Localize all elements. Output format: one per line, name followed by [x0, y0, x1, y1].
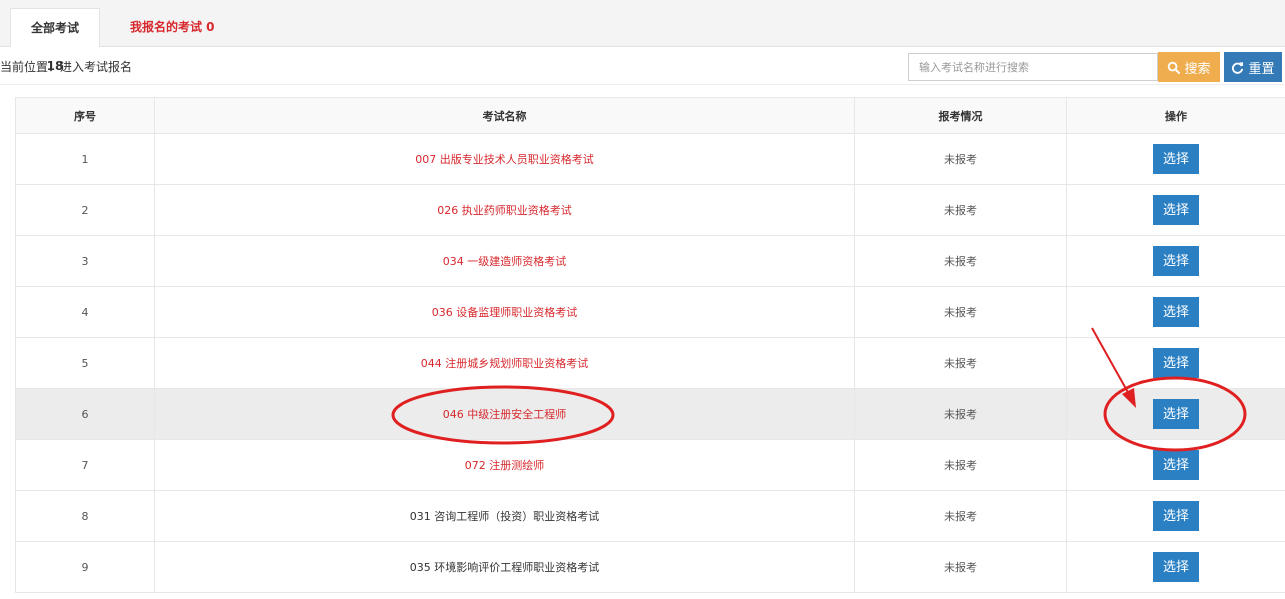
row-status: 未报考: [854, 286, 1067, 338]
table-row: 6 046 中级注册安全工程师 未报考 选择: [15, 388, 1285, 440]
row-no: 8: [15, 490, 155, 542]
row-exam-name: 072 注册测绘师: [154, 439, 855, 491]
row-status: 未报考: [854, 133, 1067, 185]
exam-table: 序号 考试名称 报考情况 操作 1 007 出版专业技术人员职业资格考试 未报考…: [15, 97, 1285, 593]
exam-name-link[interactable]: 044 注册城乡规划师职业资格考试: [421, 357, 589, 370]
select-button[interactable]: 选择: [1153, 501, 1199, 531]
row-no: 2: [15, 184, 155, 236]
row-exam-name: 007 出版专业技术人员职业资格考试: [154, 133, 855, 185]
header-exam-name: 考试名称: [154, 97, 855, 134]
row-action: 选择: [1066, 133, 1285, 185]
select-button[interactable]: 选择: [1153, 399, 1199, 429]
exam-name-link[interactable]: 026 执业药师职业资格考试: [437, 204, 572, 217]
search-input[interactable]: [908, 53, 1158, 81]
table-row: 3 034 一级建造师资格考试 未报考 选择: [15, 235, 1285, 287]
select-button[interactable]: 选择: [1153, 195, 1199, 225]
row-no: 7: [15, 439, 155, 491]
row-action: 选择: [1066, 235, 1285, 287]
tab-all-exams[interactable]: 全部考试 18: [10, 8, 100, 73]
header-action: 操作: [1066, 97, 1285, 134]
exam-name-link[interactable]: 034 一级建造师资格考试: [443, 255, 567, 268]
row-exam-name: 031 咨询工程师（投资）职业资格考试: [154, 490, 855, 542]
row-status: 未报考: [854, 235, 1067, 287]
reset-button-label: 重置: [1248, 61, 1275, 77]
row-status: 未报考: [854, 490, 1067, 542]
row-no: 4: [15, 286, 155, 338]
row-status: 未报考: [854, 184, 1067, 236]
row-status: 未报考: [854, 541, 1067, 593]
exam-name-link[interactable]: 072 注册测绘师: [465, 459, 545, 472]
refresh-icon: [1232, 61, 1244, 74]
search-button-label: 搜索: [1184, 61, 1211, 77]
row-no: 9: [15, 541, 155, 593]
row-no: 3: [15, 235, 155, 287]
row-action: 选择: [1066, 541, 1285, 593]
row-exam-name: 026 执业药师职业资格考试: [154, 184, 855, 236]
table-row: 7 072 注册测绘师 未报考 选择: [15, 439, 1285, 491]
row-action: 选择: [1066, 439, 1285, 491]
toolbar-divider: [0, 84, 1285, 85]
table-header-row: 序号 考试名称 报考情况 操作: [15, 97, 1285, 134]
exam-name-link[interactable]: 046 中级注册安全工程师: [443, 408, 567, 421]
search-button[interactable]: 搜索: [1158, 52, 1220, 82]
row-exam-name: 044 注册城乡规划师职业资格考试: [154, 337, 855, 389]
row-status: 未报考: [854, 439, 1067, 491]
row-exam-name: 036 设备监理师职业资格考试: [154, 286, 855, 338]
table-row: 9 035 环境影响评价工程师职业资格考试 未报考 选择: [15, 541, 1285, 593]
exam-name-link[interactable]: 036 设备监理师职业资格考试: [432, 306, 578, 319]
row-no: 5: [15, 337, 155, 389]
row-action: 选择: [1066, 490, 1285, 542]
select-button[interactable]: 选择: [1153, 246, 1199, 276]
search-icon: [1168, 61, 1181, 74]
tab-my-exams[interactable]: 我报名的考试 0: [120, 8, 225, 46]
row-no: 1: [15, 133, 155, 185]
table-row: 8 031 咨询工程师（投资）职业资格考试 未报考 选择: [15, 490, 1285, 542]
select-button[interactable]: 选择: [1153, 348, 1199, 378]
table-row: 5 044 注册城乡规划师职业资格考试 未报考 选择: [15, 337, 1285, 389]
table-row: 2 026 执业药师职业资格考试 未报考 选择: [15, 184, 1285, 236]
reset-button[interactable]: 重置: [1224, 52, 1282, 82]
row-action: 选择: [1066, 286, 1285, 338]
exam-name-text: 031 咨询工程师（投资）职业资格考试: [409, 510, 600, 523]
row-status: 未报考: [854, 337, 1067, 389]
row-exam-name: 035 环境影响评价工程师职业资格考试: [154, 541, 855, 593]
header-status: 报考情况: [854, 97, 1067, 134]
tabs-bar: 全部考试 18 我报名的考试 0: [0, 0, 1285, 73]
breadcrumb: 当前位置：进入考试报名: [0, 60, 133, 74]
row-action: 选择: [1066, 184, 1285, 236]
row-action: 选择: [1066, 337, 1285, 389]
select-button[interactable]: 选择: [1153, 297, 1199, 327]
row-status: 未报考: [854, 388, 1067, 440]
exam-name-text: 035 环境影响评价工程师职业资格考试: [409, 561, 600, 574]
select-button[interactable]: 选择: [1153, 144, 1199, 174]
header-no: 序号: [15, 97, 155, 134]
table-row: 4 036 设备监理师职业资格考试 未报考 选择: [15, 286, 1285, 338]
exam-name-link[interactable]: 007 出版专业技术人员职业资格考试: [415, 153, 594, 166]
row-action: 选择: [1066, 388, 1285, 440]
select-button[interactable]: 选择: [1153, 552, 1199, 582]
table-row: 1 007 出版专业技术人员职业资格考试 未报考 选择: [15, 133, 1285, 185]
row-exam-name: 046 中级注册安全工程师: [154, 388, 855, 440]
row-no: 6: [15, 388, 155, 440]
row-exam-name: 034 一级建造师资格考试: [154, 235, 855, 287]
select-button[interactable]: 选择: [1153, 450, 1199, 480]
